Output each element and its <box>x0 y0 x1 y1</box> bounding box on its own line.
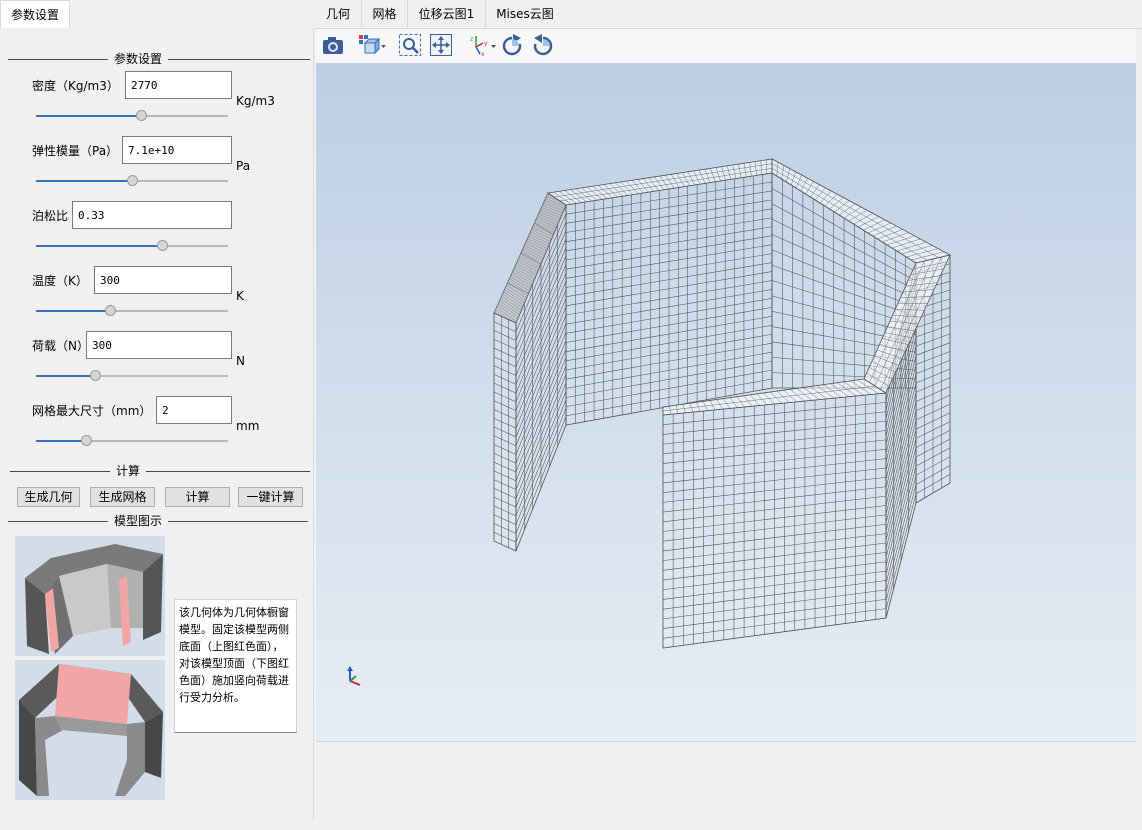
slider-track <box>95 375 228 377</box>
slider-fill <box>36 180 132 182</box>
tab-mises-contour[interactable]: Mises云图 <box>486 0 564 28</box>
modulus-input[interactable] <box>122 136 232 164</box>
slider-track <box>110 310 228 312</box>
compute-button[interactable]: 计算 <box>165 487 230 507</box>
slider-handle[interactable] <box>81 435 92 446</box>
axes-orient-icon[interactable]: z yx <box>468 33 498 58</box>
mesh-size-label: 网格最大尺寸（mm） <box>32 404 152 418</box>
params-group-title: 参数设置 <box>108 52 169 66</box>
slider-track <box>141 115 228 117</box>
model-group-title: 模型图示 <box>108 514 169 528</box>
slider-handle[interactable] <box>157 240 168 251</box>
load-input[interactable] <box>86 331 232 359</box>
slider-fill <box>36 115 141 117</box>
temperature-unit: K <box>236 289 244 303</box>
camera-icon[interactable] <box>321 33 345 57</box>
temperature-label: 温度（K） <box>32 274 88 288</box>
slider-fill <box>36 310 110 312</box>
rotate-ccw-icon[interactable] <box>531 33 555 57</box>
svg-text:y: y <box>484 40 488 47</box>
3d-viewport[interactable] <box>316 63 1136 742</box>
slider-track <box>86 440 228 442</box>
rotate-cw-icon[interactable] <box>500 33 524 57</box>
left-wall-edge <box>493 312 517 552</box>
generate-geometry-button[interactable]: 生成几何 <box>17 487 80 507</box>
mesh-size-input[interactable] <box>156 396 232 424</box>
view-cube-icon[interactable] <box>357 33 387 57</box>
slider-fill <box>36 245 162 247</box>
mesh-model <box>493 158 952 649</box>
fit-all-icon[interactable] <box>429 33 453 57</box>
svg-text:x: x <box>481 51 485 57</box>
slider-handle[interactable] <box>105 305 116 316</box>
poisson-label: 泊松比 <box>32 209 69 223</box>
density-unit: Kg/m3 <box>236 94 275 108</box>
generate-mesh-button[interactable]: 生成网格 <box>90 487 155 507</box>
viewer-toolbar: z yx <box>316 29 1136 63</box>
tab-geometry[interactable]: 几何 <box>315 0 362 28</box>
load-slider[interactable] <box>36 369 228 383</box>
slider-fill <box>36 375 95 377</box>
density-label: 密度（Kg/m3） <box>32 79 119 93</box>
temperature-input[interactable] <box>94 266 232 294</box>
slider-handle[interactable] <box>136 110 147 121</box>
group-divider <box>10 471 310 472</box>
slider-handle[interactable] <box>127 175 138 186</box>
one-click-compute-button[interactable]: 一键计算 <box>238 487 303 507</box>
compute-group-title: 计算 <box>110 464 147 478</box>
tab-displacement-contour[interactable]: 位移云图1 <box>408 0 486 28</box>
model-image-fixed-faces <box>15 536 165 656</box>
zoom-box-icon[interactable] <box>398 33 422 57</box>
model-description: 该几何体为几何体橱窗模型。固定该模型两侧底面（上图红色面），对该模型顶面（下图红… <box>174 599 297 733</box>
poisson-input[interactable] <box>72 201 232 229</box>
modulus-label: 弹性模量（Pa） <box>32 144 119 158</box>
axis-triad-icon <box>342 665 366 691</box>
front-right-wall <box>662 392 887 649</box>
model-image-loaded-face <box>15 660 165 800</box>
mesh-size-slider[interactable] <box>36 434 228 448</box>
load-label: 荷载（N） <box>32 339 84 353</box>
tab-params[interactable]: 参数设置 <box>0 0 70 28</box>
svg-text:z: z <box>470 36 473 43</box>
back-wall <box>565 172 773 426</box>
slider-fill <box>36 440 86 442</box>
mesh-size-unit: mm <box>236 419 260 433</box>
load-unit: N <box>236 354 245 368</box>
poisson-slider[interactable] <box>36 239 228 253</box>
density-input[interactable] <box>125 71 232 99</box>
slider-handle[interactable] <box>90 370 101 381</box>
slider-track <box>132 180 228 182</box>
right-tab-bar: 几何 网格 位移云图1 Mises云图 <box>315 0 1142 29</box>
density-slider[interactable] <box>36 109 228 123</box>
temperature-slider[interactable] <box>36 304 228 318</box>
modulus-slider[interactable] <box>36 174 228 188</box>
slider-track <box>162 245 228 247</box>
tab-mesh[interactable]: 网格 <box>362 0 408 28</box>
modulus-unit: Pa <box>236 159 251 173</box>
